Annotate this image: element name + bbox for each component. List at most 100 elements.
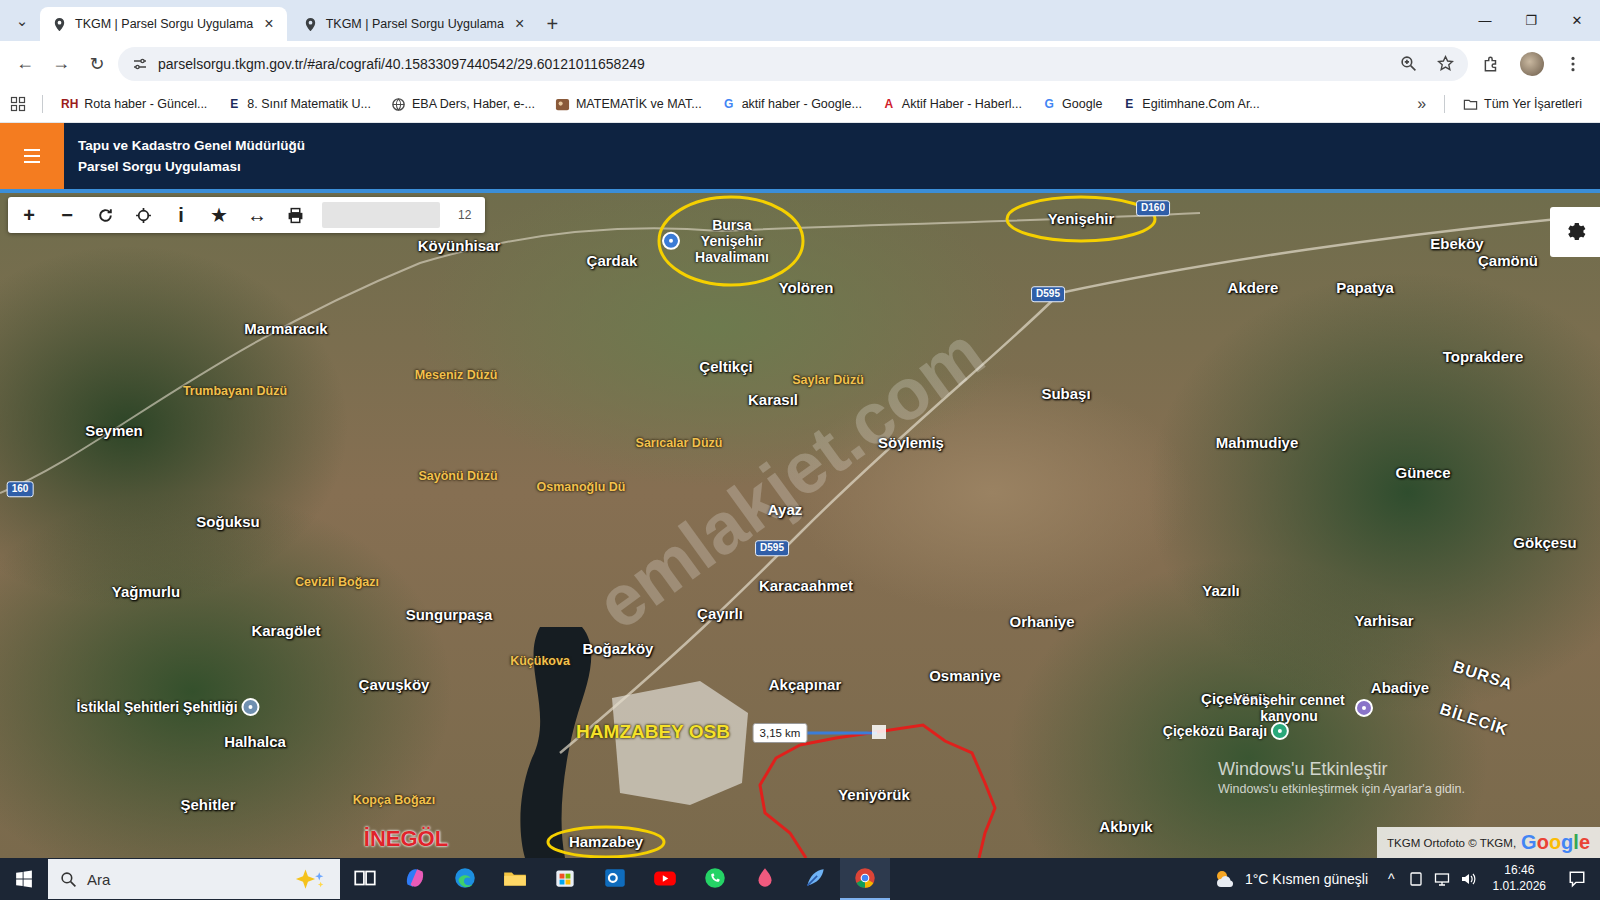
notifications-icon[interactable] [1568,870,1586,888]
profile-avatar-icon[interactable] [1520,52,1544,76]
weather-widget[interactable]: 1°C Kısmen güneşli [1201,867,1380,891]
nav-button[interactable]: → [46,49,76,79]
bookmark-item[interactable]: RHRota haber - Güncel... [53,93,215,115]
refresh-icon [97,207,114,224]
tab-close-button[interactable]: × [512,15,527,33]
map-label: Sungurpaşa [406,606,493,623]
window-control-button[interactable]: ✕ [1554,0,1600,41]
map-label-text: Sungurpaşa [406,606,493,623]
new-tab-button[interactable]: + [537,7,567,41]
menu-button[interactable] [0,123,64,189]
poi-marker-icon[interactable] [1355,699,1373,717]
map-tool-button[interactable] [124,197,162,233]
clock[interactable]: 16:461.01.2026 [1481,863,1558,894]
tablet-icon[interactable] [1408,871,1424,887]
map-label: Papatya [1336,279,1394,296]
map-label: Yarhisar [1354,612,1413,629]
map-search-field[interactable] [322,202,440,228]
taskbar-search[interactable]: Ara [48,859,340,899]
map-label: Çeltikçi [699,358,752,375]
map-tool-button[interactable] [276,197,314,233]
volume-icon[interactable] [1460,871,1476,887]
map-label-text: Akçapınar [769,676,842,693]
taskbar-app-button[interactable] [340,858,390,900]
all-bookmarks-folder[interactable]: Tüm Yer İşaretleri [1455,93,1590,116]
window-control-button[interactable]: — [1462,0,1508,41]
map-label: Küçükova [510,654,570,668]
taskbar-app-button[interactable] [390,858,440,900]
map-label-text: Sayönü Düzü [418,469,497,483]
map-label: Trumbayanı Düzü [183,384,287,398]
drop-icon [752,865,778,891]
bookmark-item[interactable]: AAktif Haber - Haberl... [874,93,1030,115]
map-label: Karagölet [251,622,320,639]
map-label-text: Osmanoğlu Dü [537,480,626,494]
map-tool-button[interactable]: i [162,197,200,233]
more-bookmarks-button[interactable]: » [1409,95,1434,113]
taskbar-app-button[interactable] [690,858,740,900]
taskbar: Ara 1°C Kısmen güneşli^ 16:461.01.2026 [0,858,1600,900]
network-icon[interactable] [1434,871,1450,887]
browser-tab[interactable]: TKGM | Parsel Sorgu Uygulama× [291,7,538,41]
map-tool-button[interactable]: ★ [200,197,238,233]
browser-tab[interactable]: TKGM | Parsel Sorgu Uygulama× [40,7,287,41]
site-image-icon [555,97,570,112]
bookmark-item[interactable]: EEgitimhane.Com Ar... [1114,93,1267,115]
copilot-icon [402,865,428,891]
map-label-text: Yazılı [1202,582,1240,599]
map-label-text: 160 [12,483,29,495]
taskbar-app-button[interactable] [840,858,890,900]
map-tool-button[interactable]: ↔ [238,197,276,233]
map-tool-button[interactable]: + [10,197,48,233]
map-label: Çamönü [1478,252,1538,269]
map-label: Meseniz Düzü [415,368,498,382]
nav-button[interactable]: ↻ [82,49,112,79]
apps-grid-icon[interactable] [10,96,26,112]
map[interactable]: Bursa Yenişehir HavalimanıYenişehirKöyün… [0,193,1600,858]
bookmark-item[interactable]: Gaktif haber - Google... [714,93,870,115]
map-tool-button[interactable] [86,197,124,233]
bookmark-item[interactable]: MATEMATİK ve MAT... [547,93,710,116]
menu-dots-icon[interactable] [1564,55,1582,73]
map-label-text: D160 [1141,202,1165,214]
road-d595 [560,215,1600,753]
poi-marker-icon[interactable] [662,232,680,250]
bookmark-item[interactable]: EBA Ders, Haber, e-... [383,93,543,116]
site-settings-icon[interactable] [132,56,148,72]
explorer-icon [502,865,528,891]
taskbar-app-button[interactable] [640,858,690,900]
map-label: Marmaracık [244,320,327,337]
map-label-text: Hamzabey [569,833,643,850]
window-control-button[interactable]: ❐ [1508,0,1554,41]
settings-button[interactable] [1550,207,1600,257]
tab-search-button[interactable]: ⌄ [8,5,36,37]
bookmark-item[interactable]: GGoogle [1034,93,1110,115]
map-label: Seymen [85,422,143,439]
extensions-icon[interactable] [1482,55,1500,73]
taskbar-app-button[interactable] [790,858,840,900]
bookmark-item[interactable]: E8. Sınıf Matematik U... [219,93,379,115]
map-label: Kopça Boğazı [353,793,436,807]
nav-button[interactable]: ← [10,49,40,79]
edge-icon [452,865,478,891]
map-label: Yeniyörük [838,786,910,803]
poi-marker-icon[interactable] [1271,722,1289,740]
taskbar-app-button[interactable] [740,858,790,900]
tray-expand-button[interactable]: ^ [1380,871,1403,887]
map-tool-button[interactable]: − [48,197,86,233]
taskbar-app-button[interactable] [540,858,590,900]
bookmark-label: Rota haber - Güncel... [84,97,207,111]
map-label-text: Ayaz [768,501,802,518]
start-button[interactable] [0,858,48,900]
poi-marker-icon[interactable] [242,698,260,716]
map-label-text: Çayırlı [697,605,743,622]
zoom-icon[interactable] [1400,55,1417,72]
bookmark-star-icon[interactable] [1437,55,1454,72]
taskbar-app-button[interactable] [490,858,540,900]
taskbar-app-button[interactable] [440,858,490,900]
highlight-ellipse [659,197,803,285]
chrome-icon [852,865,878,891]
taskbar-app-button[interactable] [590,858,640,900]
tab-close-button[interactable]: × [261,15,276,33]
address-bar[interactable]: parselsorgu.tkgm.gov.tr/#ara/cografi/40.… [118,47,1468,81]
